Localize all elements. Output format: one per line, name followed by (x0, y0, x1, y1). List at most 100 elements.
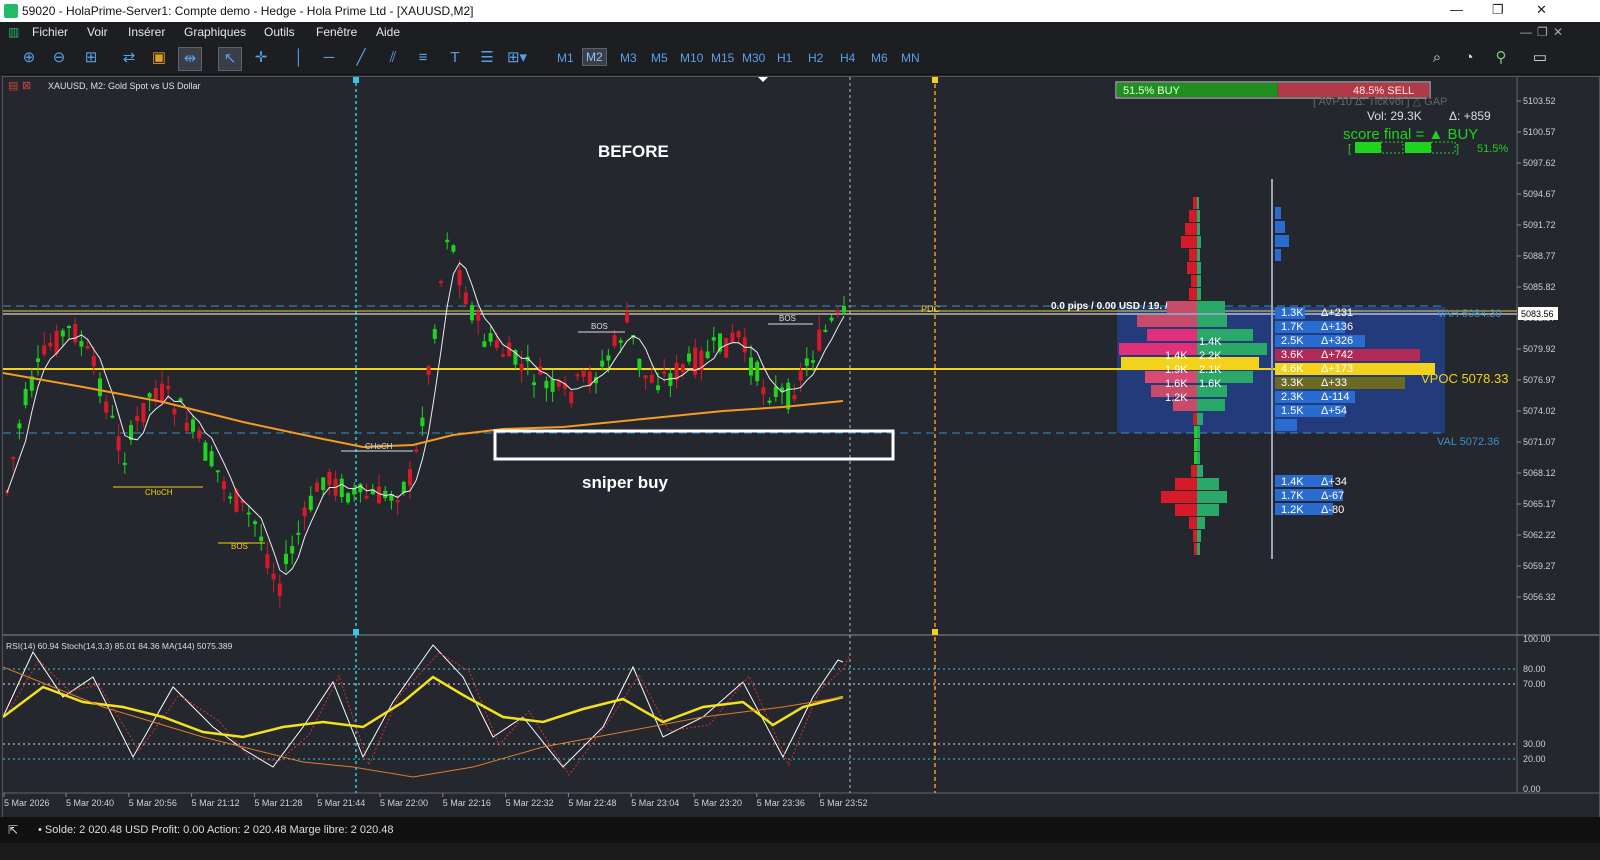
tf-m10[interactable]: M10 (680, 51, 703, 65)
bottom-strip (0, 843, 1600, 860)
bull-candle (656, 385, 660, 391)
score-gauge: [ ] (1348, 141, 1459, 155)
profile-volume-label: 2.5K (1281, 335, 1304, 347)
svg-text:CHoCH: CHoCH (365, 442, 393, 451)
bull-candle (228, 496, 233, 499)
menu-fichier[interactable]: Fichier (32, 25, 68, 39)
price-tick-label: 5085.82 (1523, 282, 1556, 292)
trendline-icon[interactable]: ╱ (350, 47, 372, 69)
lock-icon[interactable]: ▣ (148, 47, 170, 69)
tf-m6[interactable]: M6 (871, 51, 888, 65)
bull-candle (296, 532, 301, 535)
fibonacci-icon[interactable]: ≡ (412, 47, 434, 69)
mdi-close-button[interactable]: ✕ (1553, 25, 1563, 39)
profile-bar-buy (1197, 452, 1200, 464)
tf-h1[interactable]: H1 (777, 51, 792, 65)
profile-bar-sell (1193, 197, 1197, 209)
indicator-levels: 100.00 80.00 70.00 30.00 20.00 0.00 (3, 634, 1551, 794)
tf-m15[interactable]: M15 (711, 51, 734, 65)
close-button[interactable]: ✕ (1536, 2, 1547, 18)
chart-canvas[interactable]: BOS BOS BOS CHoCH CHoCH BEFORE sniper bu… (2, 77, 1599, 817)
bull-candle (482, 341, 487, 347)
horizontal-line-icon[interactable]: ─ (318, 47, 340, 69)
chart-menu-icon[interactable]: ▤ (8, 80, 18, 92)
zoom-in-icon[interactable]: ⊕ (18, 47, 40, 69)
toolbar: ⊕ ⊖ ⊞ ⇄ ▣ ⇹ ↖ ✛ │ ─ ╱ ⫽ ≡ T ☰ ⊞▾ M1 M2 M… (0, 42, 1600, 75)
profile-bar-sell (1194, 439, 1197, 451)
search-icon[interactable]: ⌕ (1426, 47, 1448, 69)
orange-handle-top[interactable] (932, 77, 938, 83)
menu-aide[interactable]: Aide (376, 25, 400, 39)
menu-fenetre[interactable]: Fenêtre (316, 25, 357, 39)
bear-candle (501, 354, 505, 357)
profile-bar-sell (1161, 491, 1197, 503)
profile-delta-label: Δ-67 (1321, 490, 1344, 502)
tf-h2[interactable]: H2 (808, 51, 823, 65)
chart-close-icon[interactable]: ⊠ (22, 80, 31, 92)
menu-voir[interactable]: Voir (87, 25, 108, 39)
svg-text:[: [ (1348, 143, 1351, 155)
channel-icon[interactable]: ⫽ (382, 47, 404, 69)
account-icon[interactable]: ▭ (1520, 47, 1560, 69)
mdi-restore-button[interactable]: ❐ (1537, 25, 1548, 39)
bull-candle (110, 415, 115, 418)
vpoc-label: VPOC 5078.33 (1421, 371, 1508, 386)
autoscroll-icon[interactable]: ⇄ (118, 47, 140, 69)
menu-graphiques[interactable]: Graphiques (184, 25, 246, 39)
bear-candle (277, 583, 282, 596)
tf-h4[interactable]: H4 (840, 51, 855, 65)
bull-candle (705, 351, 710, 359)
mdi-minimize-button[interactable]: — (1520, 25, 1532, 39)
session-handle-bottom[interactable] (353, 629, 359, 635)
split-sell-label: 1.4K (1165, 350, 1188, 362)
menu-app-icon[interactable]: ▥ (8, 25, 19, 39)
time-tick-label: 5 Mar 22:32 (506, 798, 554, 808)
text-tool-icon[interactable]: T (444, 47, 466, 69)
price-tick-label: 5056.32 (1523, 592, 1556, 602)
bear-candle (581, 370, 586, 377)
shapes-icon[interactable]: ⊞▾ (506, 47, 528, 69)
bull-candle (339, 478, 344, 497)
tf-m2[interactable]: M2 (582, 48, 607, 66)
price-tick-label: 5103.52 (1523, 96, 1556, 106)
cursor-icon[interactable]: ↖ (218, 47, 242, 71)
bull-candle (432, 329, 437, 339)
vertical-line-icon[interactable]: │ (288, 47, 310, 69)
bull-candle (544, 380, 549, 389)
split-buy-label: 2.2K (1199, 350, 1222, 362)
chart-shift-marker[interactable] (758, 77, 768, 82)
signal-icon[interactable]: ⚲ (1490, 47, 1512, 69)
minimize-button[interactable]: — (1450, 2, 1463, 17)
indicator-level-label: 0.00 (1523, 784, 1541, 794)
orange-handle-bottom[interactable] (932, 629, 938, 635)
bear-candle (736, 331, 741, 338)
chart-shift-icon[interactable]: ⇹ (178, 47, 202, 71)
expand-icon[interactable]: ⇱ (8, 823, 18, 837)
fibo-fan-icon[interactable]: ☰ (476, 47, 498, 69)
svg-text:]: ] (1456, 143, 1459, 155)
profile-bar-buy (1197, 426, 1200, 438)
bull-candle (67, 326, 71, 329)
bull-candle (17, 423, 22, 429)
crosshair-icon[interactable]: ✛ (250, 47, 272, 69)
tf-m1[interactable]: M1 (557, 51, 574, 65)
menu-inserer[interactable]: Insérer (128, 25, 165, 39)
tf-mn[interactable]: MN (901, 51, 920, 65)
tf-m3[interactable]: M3 (620, 51, 637, 65)
session-handle-top[interactable] (353, 77, 359, 83)
menu-outils[interactable]: Outils (264, 25, 295, 39)
zoom-out-icon[interactable]: ⊖ (48, 47, 70, 69)
bear-candle (761, 387, 766, 395)
tf-m5[interactable]: M5 (651, 51, 668, 65)
profile-delta-label: Δ+33 (1321, 377, 1347, 389)
candles-group (5, 232, 846, 608)
notifications-icon[interactable]: ◔ (1458, 47, 1480, 69)
bear-candle (395, 500, 400, 503)
tf-m30[interactable]: M30 (742, 51, 765, 65)
chart-window[interactable]: BOS BOS BOS CHoCH CHoCH BEFORE sniper bu… (2, 76, 1600, 818)
bear-candle (222, 481, 226, 490)
profile-bar-sell (1137, 315, 1197, 327)
time-tick-label: 5 Mar 23:20 (694, 798, 742, 808)
grid-icon[interactable]: ⊞ (80, 47, 102, 69)
maximize-button[interactable]: ❐ (1492, 2, 1504, 18)
